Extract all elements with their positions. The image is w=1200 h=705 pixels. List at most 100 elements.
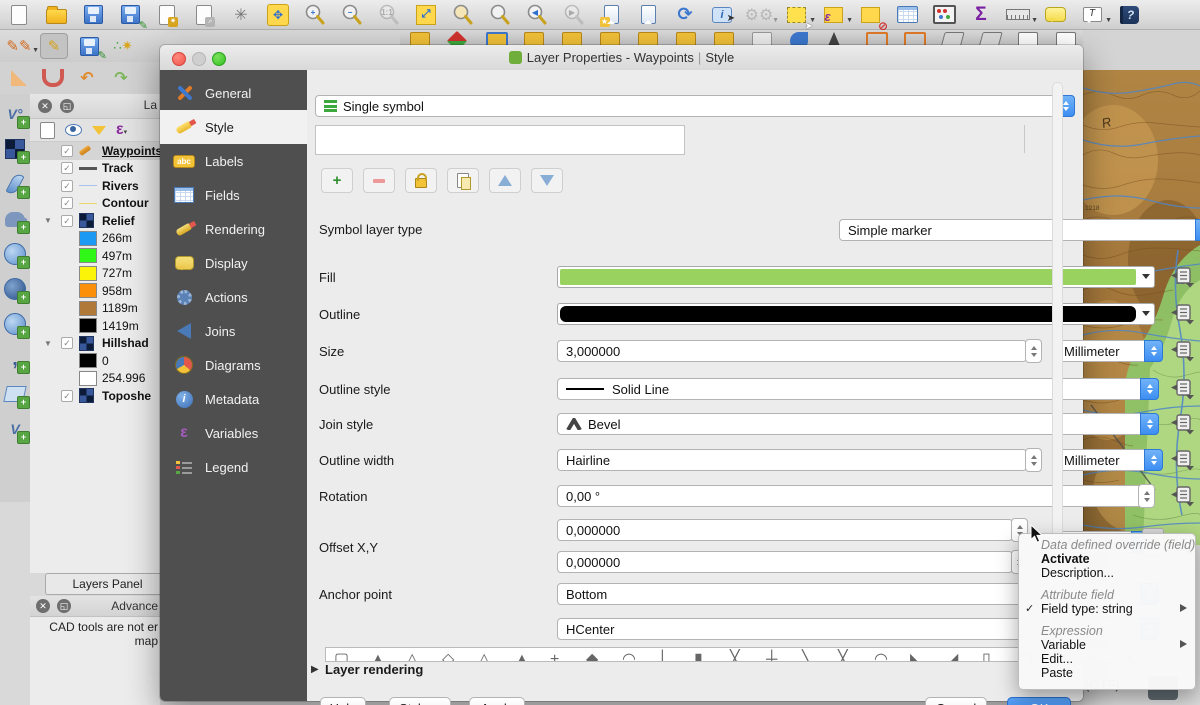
tab-display[interactable]: Display <box>160 246 307 280</box>
clipped-toolbar-icon[interactable] <box>410 32 430 45</box>
duplicate-symbol-layer-button[interactable] <box>447 168 479 193</box>
shape-option[interactable]: ▢ <box>334 650 349 662</box>
layer-rendering-expander-icon[interactable]: ▶ <box>311 664 319 675</box>
close-window-button[interactable] <box>172 52 186 66</box>
fill-dropdown-icon[interactable] <box>1142 274 1150 279</box>
new-virtual-layer-icon[interactable]: V+▼ <box>3 417 27 441</box>
shape-option[interactable]: ┼ <box>766 650 777 662</box>
move-up-button[interactable] <box>489 168 521 193</box>
text-annotation-icon[interactable]: T▼ <box>1079 2 1105 28</box>
clipped-toolbar-icon[interactable] <box>866 32 888 45</box>
clipped-toolbar-icon[interactable] <box>524 32 544 45</box>
rotation-data-defined-button[interactable] <box>1169 485 1195 507</box>
run-feature-action-icon[interactable]: ⚙⚙▼ <box>746 2 772 28</box>
join-style-combo[interactable]: Bevel <box>557 413 1159 435</box>
offset-x-input[interactable]: 0,000000 <box>557 519 1013 541</box>
tab-labels[interactable]: abcLabels <box>160 144 307 178</box>
layer-row-497m[interactable]: 497m <box>30 247 160 265</box>
outline-width-input[interactable]: Hairline <box>557 449 1027 471</box>
menu-item-field-type-string[interactable]: ✓Field type: string <box>1019 602 1195 616</box>
new-shapefile-layer-icon[interactable]: + <box>3 382 27 406</box>
layer-row-rivers[interactable]: ✓Rivers <box>30 177 160 195</box>
outline-style-combo[interactable]: Solid Line <box>557 378 1159 400</box>
layer-row-hillshad[interactable]: ▼✓Hillshad <box>30 335 160 353</box>
style-menu-button[interactable]: Style▼ <box>389 697 451 705</box>
zoom-next-icon[interactable]: ▶ <box>561 2 587 28</box>
outline-style-data-defined-button[interactable] <box>1169 378 1195 400</box>
shape-option[interactable]: ╳ <box>730 650 740 662</box>
zoom-out-icon[interactable]: − <box>339 2 365 28</box>
save-layer-edits-icon[interactable]: ✎ <box>76 34 102 58</box>
layer-styling-icon[interactable] <box>40 122 55 139</box>
add-wfs-layer-icon[interactable]: +▼ <box>3 312 27 336</box>
select-by-expression-icon[interactable]: ε▼ <box>820 2 846 28</box>
shape-option[interactable]: + <box>550 650 559 662</box>
measure-line-icon[interactable]: ▼ <box>1005 2 1031 28</box>
statistics-summary-icon[interactable]: Σ <box>968 2 994 28</box>
redo-icon[interactable]: ↷ <box>108 66 134 90</box>
clipped-toolbar-icon[interactable] <box>562 32 582 45</box>
new-print-composer-icon[interactable]: ✷ <box>154 2 180 28</box>
field-calculator-icon[interactable] <box>931 2 957 28</box>
tab-actions[interactable]: Actions <box>160 280 307 314</box>
shape-option[interactable]: ▮ <box>694 650 703 662</box>
show-bookmarks-icon[interactable] <box>635 2 661 28</box>
composer-manager-icon[interactable]: ⌕ <box>191 2 217 28</box>
move-down-button[interactable] <box>531 168 563 193</box>
tab-legend[interactable]: Legend <box>160 450 307 484</box>
layers-panel-tab[interactable]: Layers Panel <box>45 573 170 595</box>
advanced-close-icon[interactable]: ✕ <box>36 599 50 613</box>
add-wcs-layer-icon[interactable]: + <box>3 277 27 301</box>
shape-option[interactable]: △ <box>406 650 418 662</box>
menu-item-activate[interactable]: Activate <box>1019 552 1195 566</box>
undo-icon[interactable]: ↶ <box>74 66 100 90</box>
shape-option[interactable]: ╳ <box>838 650 848 662</box>
new-bookmark-icon[interactable]: ★ <box>598 2 624 28</box>
toggle-editing-icon[interactable]: ✎ <box>40 33 68 59</box>
remove-symbol-layer-button[interactable] <box>363 168 395 193</box>
symbol-tree-area[interactable] <box>315 125 685 155</box>
add-postgis-layer-icon[interactable]: +▼ <box>3 207 27 231</box>
tab-general[interactable]: General <box>160 76 307 110</box>
rotation-spinner[interactable] <box>1138 484 1155 508</box>
zoom-to-layer-icon[interactable] <box>487 2 513 28</box>
clipped-toolbar-icon[interactable] <box>828 32 840 45</box>
cancel-button[interactable]: Cancel <box>925 697 987 705</box>
layer-row-266m[interactable]: 266m <box>30 230 160 248</box>
menu-item-edit-[interactable]: Edit... <box>1019 652 1195 666</box>
zoom-in-icon[interactable]: + <box>302 2 328 28</box>
outline-dropdown-icon[interactable] <box>1142 311 1150 316</box>
select-features-icon[interactable]: ➤▼ <box>783 2 809 28</box>
shape-option[interactable]: ╲ <box>802 650 812 662</box>
clipped-toolbar-icon[interactable] <box>1018 32 1038 45</box>
layer-row-relief[interactable]: ▼✓Relief <box>30 212 160 230</box>
zoom-to-selection-icon[interactable] <box>450 2 476 28</box>
add-oracle-layer-icon[interactable]: ,+ <box>3 347 27 371</box>
open-attribute-table-icon[interactable] <box>894 2 920 28</box>
clipped-toolbar-icon[interactable] <box>600 32 620 45</box>
shape-option[interactable]: ◠ <box>622 650 636 662</box>
layer-checkbox[interactable]: ✓ <box>61 180 73 192</box>
current-edits-icon[interactable]: ✎✎▼ <box>6 34 32 58</box>
lock-symbol-layer-button[interactable] <box>405 168 437 193</box>
join-style-data-defined-button[interactable] <box>1169 413 1195 435</box>
tab-style[interactable]: Style <box>160 110 307 144</box>
outline-width-unit-combo[interactable]: Millimeter <box>1055 449 1163 471</box>
offset-y-input[interactable]: 0,000000 <box>557 551 1013 573</box>
tab-metadata[interactable]: iMetadata <box>160 382 307 416</box>
zoom-window-button[interactable] <box>212 52 226 66</box>
add-symbol-layer-button[interactable]: + <box>321 168 353 193</box>
new-project-icon[interactable] <box>6 2 32 28</box>
layer-row-1189m[interactable]: 1189m <box>30 300 160 318</box>
shape-option[interactable]: ▲ <box>514 650 530 662</box>
dialog-titlebar[interactable]: Layer Properties - Waypoints|Style <box>160 45 1083 71</box>
zoom-full-icon[interactable]: ⤢ <box>413 2 439 28</box>
shape-option[interactable]: ◇ <box>442 650 454 662</box>
filter-expression-icon[interactable]: ε▾ <box>116 121 127 139</box>
add-delimited-text-layer-icon[interactable]: + <box>3 172 27 196</box>
clipped-toolbar-icon[interactable] <box>752 32 772 45</box>
size-unit-combo[interactable]: Millimeter <box>1055 340 1163 362</box>
layer-checkbox[interactable]: ✓ <box>61 145 73 157</box>
pan-map-icon[interactable]: ✳ <box>228 2 254 28</box>
fill-color-button[interactable] <box>557 266 1155 288</box>
